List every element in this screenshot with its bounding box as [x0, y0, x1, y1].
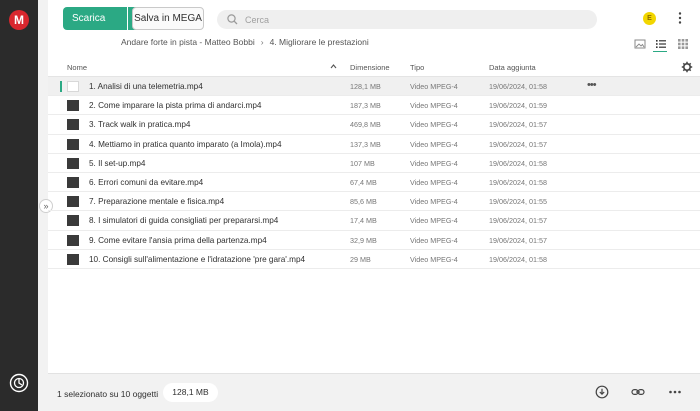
link-icon[interactable] — [631, 385, 645, 399]
file-name[interactable]: 9. Come evitare l'ansia prima della part… — [89, 236, 267, 245]
video-thumbnail-icon — [67, 176, 79, 188]
file-size: 137,3 MB — [350, 139, 381, 149]
file-name[interactable]: 5. Il set-up.mp4 — [89, 159, 145, 168]
row-more-options-icon[interactable]: ••• — [587, 79, 597, 91]
search-input[interactable] — [245, 10, 585, 29]
video-thumbnail-icon — [67, 138, 79, 150]
file-name[interactable]: 7. Preparazione mentale e fisica.mp4 — [89, 197, 224, 206]
file-type: Video MPEG-4 — [410, 120, 458, 130]
transfer-manager-icon[interactable] — [9, 373, 29, 393]
file-size: 29 MB — [350, 254, 371, 264]
download-button[interactable]: Scarica — [63, 7, 127, 30]
selection-indicator — [60, 81, 62, 92]
file-size: 107 MB — [350, 158, 375, 168]
thumbnail-view-icon[interactable] — [634, 38, 646, 50]
table-row[interactable]: 4. Mettiamo in pratica quanto imparato (… — [48, 135, 700, 154]
video-thumbnail-icon — [67, 119, 79, 131]
column-header-name[interactable]: Nome — [67, 63, 87, 72]
video-thumbnail-icon — [67, 234, 79, 246]
file-name[interactable]: 10. Consigli sull'alimentazione e l'idra… — [89, 255, 305, 264]
file-type: Video MPEG-4 — [410, 177, 458, 187]
selection-count: 1 selezionato su 10 oggetti — [57, 389, 159, 399]
file-size: 67,4 MB — [350, 177, 377, 187]
sort-ascending-icon[interactable] — [330, 64, 337, 69]
file-date: 19/06/2024, 01:58 — [489, 177, 547, 187]
file-size: 85,6 MB — [350, 197, 377, 207]
grid-view-icon[interactable] — [677, 38, 689, 50]
more-options-icon[interactable] — [668, 385, 682, 399]
file-size: 17,4 MB — [350, 216, 377, 226]
search-icon — [227, 14, 238, 25]
file-name[interactable]: 3. Track walk in pratica.mp4 — [89, 120, 190, 129]
file-name[interactable]: 1. Analisi di una telemetria.mp4 — [89, 82, 203, 91]
breadcrumb-current: 4. Migliorare le prestazioni — [269, 37, 369, 47]
file-name[interactable]: 8. I simulatori di guida consigliati per… — [89, 216, 278, 225]
gear-icon[interactable] — [681, 61, 693, 73]
video-thumbnail-icon — [67, 100, 79, 112]
mega-logo-icon[interactable]: M — [9, 10, 29, 30]
table-row[interactable]: 1. Analisi di una telemetria.mp4 128,1 MB… — [48, 77, 700, 97]
file-name[interactable]: 6. Errori comuni da evitare.mp4 — [89, 178, 203, 187]
table-row[interactable]: 9. Come evitare l'ansia prima della part… — [48, 231, 700, 250]
file-type: Video MPEG-4 — [410, 197, 458, 207]
table-row[interactable]: 8. I simulatori di guida consigliati per… — [48, 211, 700, 231]
file-name[interactable]: 4. Mettiamo in pratica quanto imparato (… — [89, 140, 282, 149]
table-row[interactable]: 2. Come imparare la pista prima di andar… — [48, 96, 700, 116]
avatar[interactable]: E — [643, 12, 656, 25]
video-thumbnail-icon — [67, 215, 79, 227]
file-date: 19/06/2024, 01:57 — [489, 120, 547, 130]
file-size: 187,3 MB — [350, 101, 381, 111]
chevron-right-icon: › — [260, 37, 264, 47]
table-row[interactable]: 10. Consigli sull'alimentazione e l'idra… — [48, 250, 700, 269]
file-date: 19/06/2024, 01:57 — [489, 139, 547, 149]
file-date: 19/06/2024, 01:55 — [489, 197, 547, 207]
file-type: Video MPEG-4 — [410, 158, 458, 168]
breadcrumb-parent[interactable]: Andare forte in pista - Matteo Bobbi — [121, 37, 255, 47]
file-date: 19/06/2024, 01:58 — [489, 82, 547, 91]
table-row[interactable]: 5. Il set-up.mp4 107 MB Video MPEG-4 19/06/… — [48, 154, 700, 173]
selection-size-badge: 128,1 MB — [163, 383, 218, 402]
file-list: 1. Analisi di una telemetria.mp4 128,1 MB… — [48, 77, 700, 269]
file-type: Video MPEG-4 — [410, 235, 458, 245]
file-name[interactable]: 2. Come imparare la pista prima di andar… — [89, 101, 261, 110]
video-thumbnail-icon — [67, 253, 79, 265]
more-options-icon[interactable] — [677, 11, 683, 25]
breadcrumb: Andare forte in pista - Matteo Bobbi › 4. … — [121, 37, 369, 47]
file-date: 19/06/2024, 01:59 — [489, 101, 547, 111]
file-type: Video MPEG-4 — [410, 254, 458, 264]
file-date: 19/06/2024, 01:57 — [489, 216, 547, 226]
active-view-indicator — [653, 51, 667, 52]
column-header-date[interactable]: Data aggiunta — [489, 63, 536, 72]
video-thumbnail-icon — [67, 196, 79, 208]
save-to-mega-button[interactable]: Salva in MEGA — [132, 7, 204, 30]
file-date: 19/06/2024, 01:58 — [489, 158, 547, 168]
video-thumbnail-icon — [67, 81, 79, 92]
search-bar — [217, 10, 597, 29]
file-type: Video MPEG-4 — [410, 216, 458, 226]
file-type: Video MPEG-4 — [410, 139, 458, 149]
file-type: Video MPEG-4 — [410, 101, 458, 111]
selection-footer: 1 selezionato su 10 oggetti 128,1 MB — [48, 373, 700, 411]
column-header-size[interactable]: Dimensione — [350, 63, 390, 72]
column-header-type[interactable]: Tipo — [410, 63, 424, 72]
table-row[interactable]: 7. Preparazione mentale e fisica.mp4 85,6… — [48, 192, 700, 212]
video-thumbnail-icon — [67, 157, 79, 169]
download-icon[interactable] — [595, 385, 609, 399]
table-row[interactable]: 6. Errori comuni da evitare.mp4 67,4 MB Vi… — [48, 173, 700, 193]
file-date: 19/06/2024, 01:58 — [489, 254, 547, 264]
table-row[interactable]: 3. Track walk in pratica.mp4 469,8 MB Vide… — [48, 115, 700, 135]
top-toolbar: Scarica Salva in MEGA E — [48, 0, 700, 36]
file-size: 32,9 MB — [350, 235, 377, 245]
list-view-icon[interactable] — [655, 38, 667, 50]
left-rail: M — [0, 0, 38, 411]
table-header: Nome Dimensione Tipo Data aggiunta — [48, 57, 700, 77]
file-size: 469,8 MB — [350, 120, 381, 130]
file-date: 19/06/2024, 01:57 — [489, 235, 547, 245]
file-size: 128,1 MB — [350, 82, 381, 91]
mega-app: M » Scarica Salva in MEGA E Andare forte… — [0, 0, 700, 411]
file-type: Video MPEG-4 — [410, 82, 458, 91]
